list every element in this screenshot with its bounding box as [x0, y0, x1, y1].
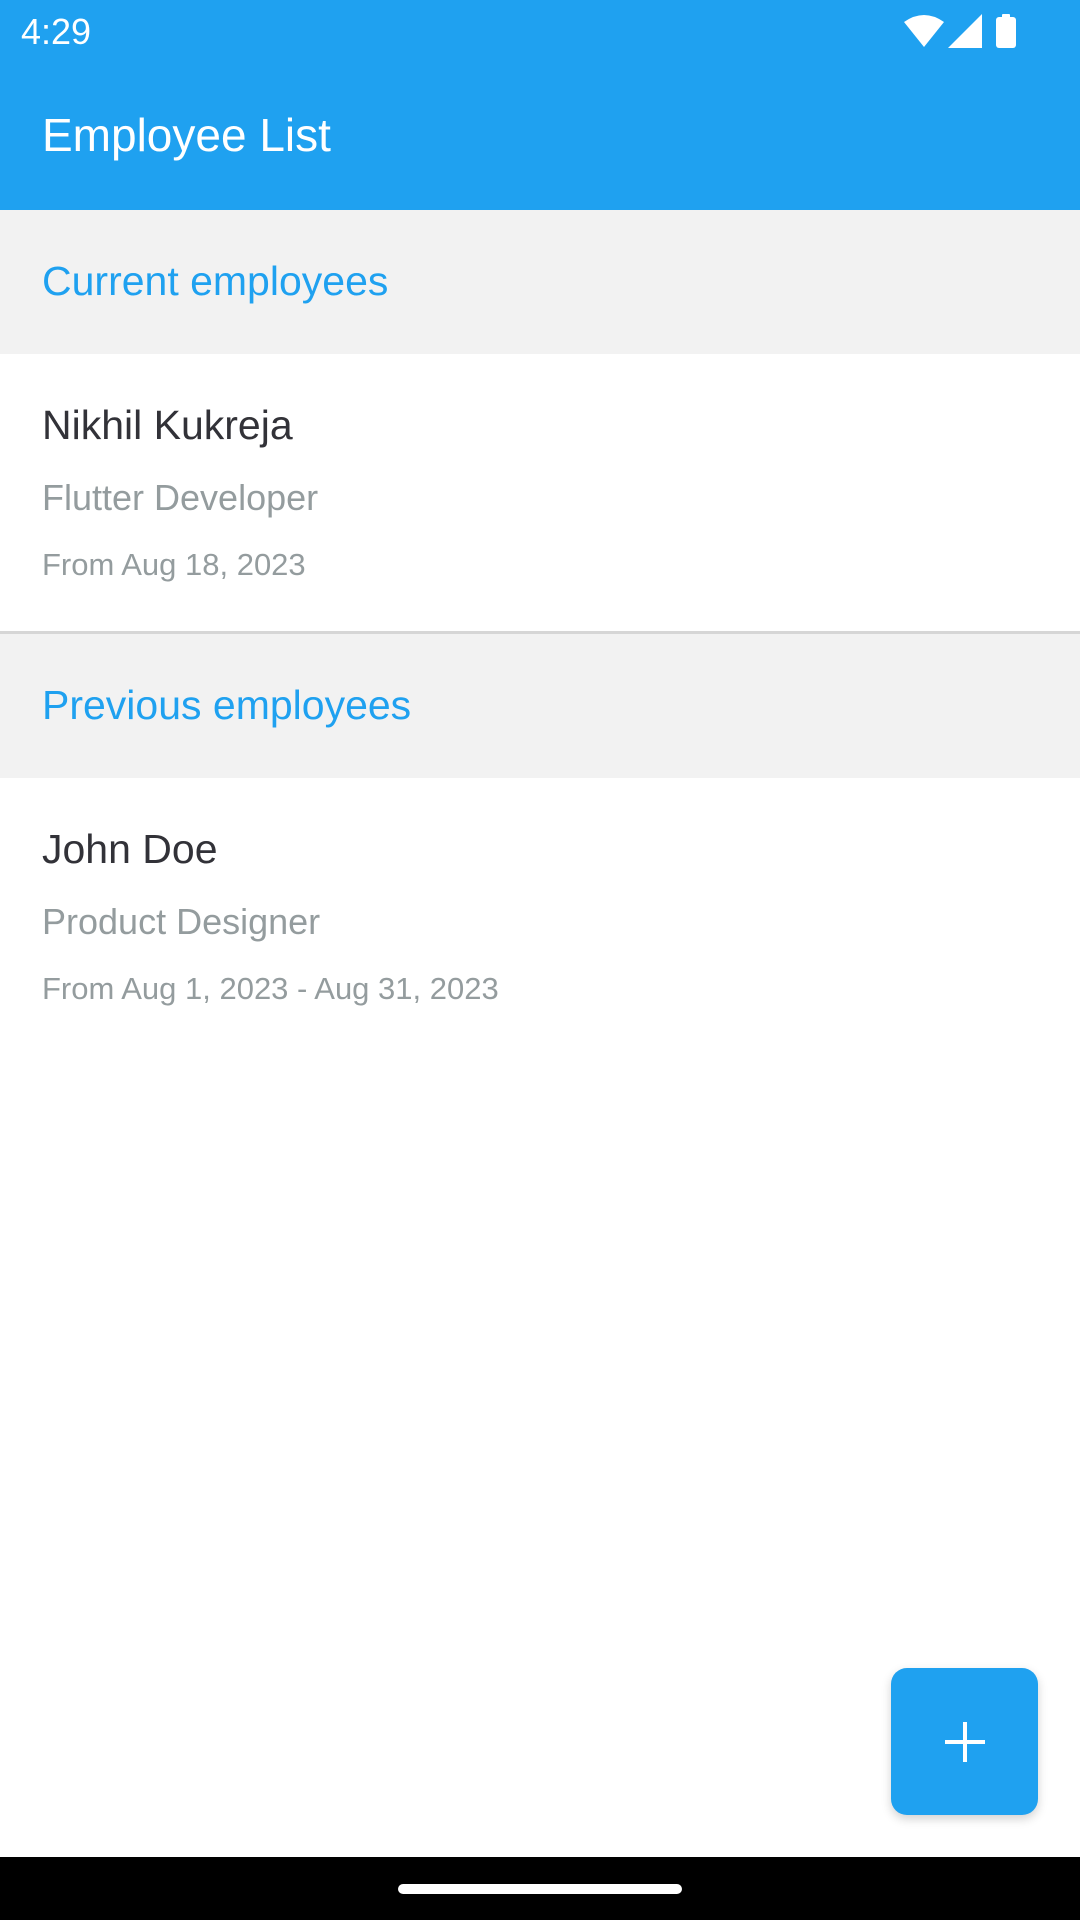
employee-dates: From Aug 18, 2023 — [42, 547, 306, 582]
employee-list-screen: 4:29 Employee List Current employees Nik… — [0, 0, 1080, 1920]
page-title: Employee List — [42, 109, 331, 161]
home-handle[interactable] — [398, 1884, 682, 1894]
section-title-previous: Previous employees — [42, 682, 412, 728]
employee-list-item[interactable]: Nikhil Kukreja Flutter Developer From Au… — [0, 354, 1080, 634]
current-employees-header: Current employees — [0, 210, 1080, 354]
plus-icon — [944, 1721, 985, 1762]
signal-icon — [948, 14, 982, 48]
navigation-bar — [0, 1857, 1080, 1920]
status-bar: 4:29 — [0, 0, 1080, 63]
employee-list-item[interactable]: John Doe Product Designer From Aug 1, 20… — [0, 778, 1080, 1058]
section-title-current: Current employees — [42, 258, 389, 304]
employee-role: Flutter Developer — [42, 477, 319, 518]
employee-name: John Doe — [42, 826, 218, 872]
previous-employees-header: Previous employees — [0, 634, 1080, 778]
app-bar: Employee List — [0, 63, 1080, 210]
add-employee-button[interactable] — [891, 1668, 1038, 1815]
battery-icon — [996, 14, 1016, 48]
employee-role: Product Designer — [42, 901, 321, 942]
wifi-icon — [904, 15, 944, 47]
employee-name: Nikhil Kukreja — [42, 402, 293, 448]
employee-dates: From Aug 1, 2023 - Aug 31, 2023 — [42, 971, 499, 1006]
status-time: 4:29 — [21, 11, 92, 52]
